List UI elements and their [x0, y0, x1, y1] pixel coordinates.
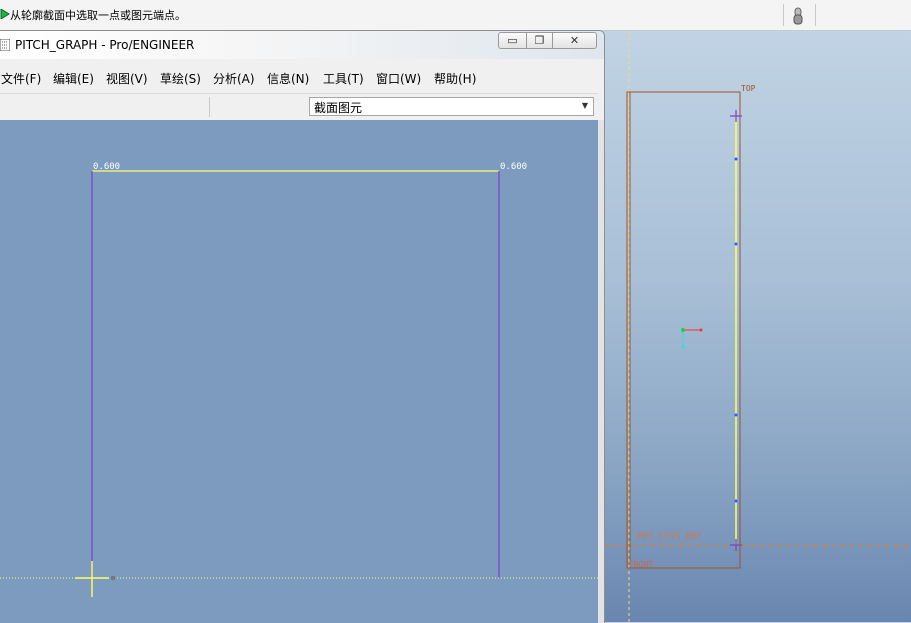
menu-edit[interactable]: 编辑(E)	[53, 70, 94, 87]
vertex-point[interactable]	[734, 157, 738, 161]
dimension-left[interactable]: 0.600	[93, 162, 120, 172]
close-button[interactable]: ✕	[552, 32, 597, 49]
toolbar: 截面图元 ▼	[0, 93, 598, 120]
green-arrow-icon	[0, 9, 10, 19]
model-view[interactable]: TOP PRT_CSYS_DEF FRONT	[606, 31, 911, 622]
menu-bar: 文件(F) 编辑(E) 视图(V) 草绘(S) 分析(A) 信息(N) 工具(T…	[0, 67, 604, 89]
mouse-icon[interactable]	[792, 7, 804, 25]
sketch-view[interactable]	[0, 120, 598, 623]
vertex-point[interactable]	[734, 242, 738, 246]
menu-analysis[interactable]: 分析(A)	[213, 70, 255, 87]
menu-file[interactable]: 文件(F)	[1, 70, 41, 87]
toolbar-separator	[209, 97, 210, 117]
csys-label[interactable]: PRT_CSYS_DEF	[637, 532, 702, 542]
message-bar: 从轮廓截面中选取一点或图元端点。	[0, 0, 911, 31]
menu-window[interactable]: 窗口(W)	[376, 70, 421, 87]
menu-tools[interactable]: 工具(T)	[323, 70, 364, 87]
menu-help[interactable]: 帮助(H)	[434, 70, 476, 87]
menu-sketch[interactable]: 草绘(S)	[160, 70, 201, 87]
selection-filter-value: 截面图元	[314, 101, 363, 115]
separator	[815, 4, 816, 26]
plane-label-front[interactable]: FRONT	[629, 560, 653, 569]
menu-view[interactable]: 视图(V)	[106, 70, 148, 87]
restore-button[interactable]: ❐	[526, 32, 553, 49]
minimize-icon: ▭	[507, 34, 518, 47]
window-title: PITCH_GRAPH - Pro/ENGINEER	[15, 38, 194, 52]
window-titlebar[interactable]: PITCH_GRAPH - Pro/ENGINEER ▭ ❐ ✕	[0, 31, 604, 59]
restore-icon: ❐	[534, 34, 545, 47]
dimension-right[interactable]: 0.600	[500, 162, 527, 172]
close-icon: ✕	[569, 34, 580, 47]
sketch-window-icon	[0, 39, 10, 51]
chevron-down-icon: ▼	[581, 101, 588, 110]
vertex-point[interactable]	[734, 413, 738, 417]
coordinate-triad-icon	[681, 328, 703, 349]
sketch-origin-icon[interactable]	[75, 561, 115, 597]
model-graphics-area[interactable]: TOP PRT_CSYS_DEF FRONT	[606, 31, 911, 622]
window-title-app: Pro/ENGINEER	[109, 38, 195, 52]
window-right-edge	[598, 120, 604, 623]
sketch-canvas[interactable]: 0.600 0.600	[0, 120, 598, 623]
selection-filter-dropdown[interactable]: 截面图元 ▼	[309, 97, 594, 116]
menu-info[interactable]: 信息(N)	[267, 70, 309, 87]
vertex-point[interactable]	[734, 499, 738, 503]
separator	[783, 4, 784, 26]
minimize-button[interactable]: ▭	[498, 32, 527, 49]
plane-label-top[interactable]: TOP	[741, 84, 756, 93]
sketch-window[interactable]: PITCH_GRAPH - Pro/ENGINEER ▭ ❐ ✕ 文件(F) 编…	[0, 30, 605, 623]
prompt-text: 从轮廓截面中选取一点或图元端点。	[10, 9, 186, 22]
window-title-separator: -	[97, 38, 110, 52]
window-title-model: PITCH_GRAPH	[15, 38, 98, 52]
